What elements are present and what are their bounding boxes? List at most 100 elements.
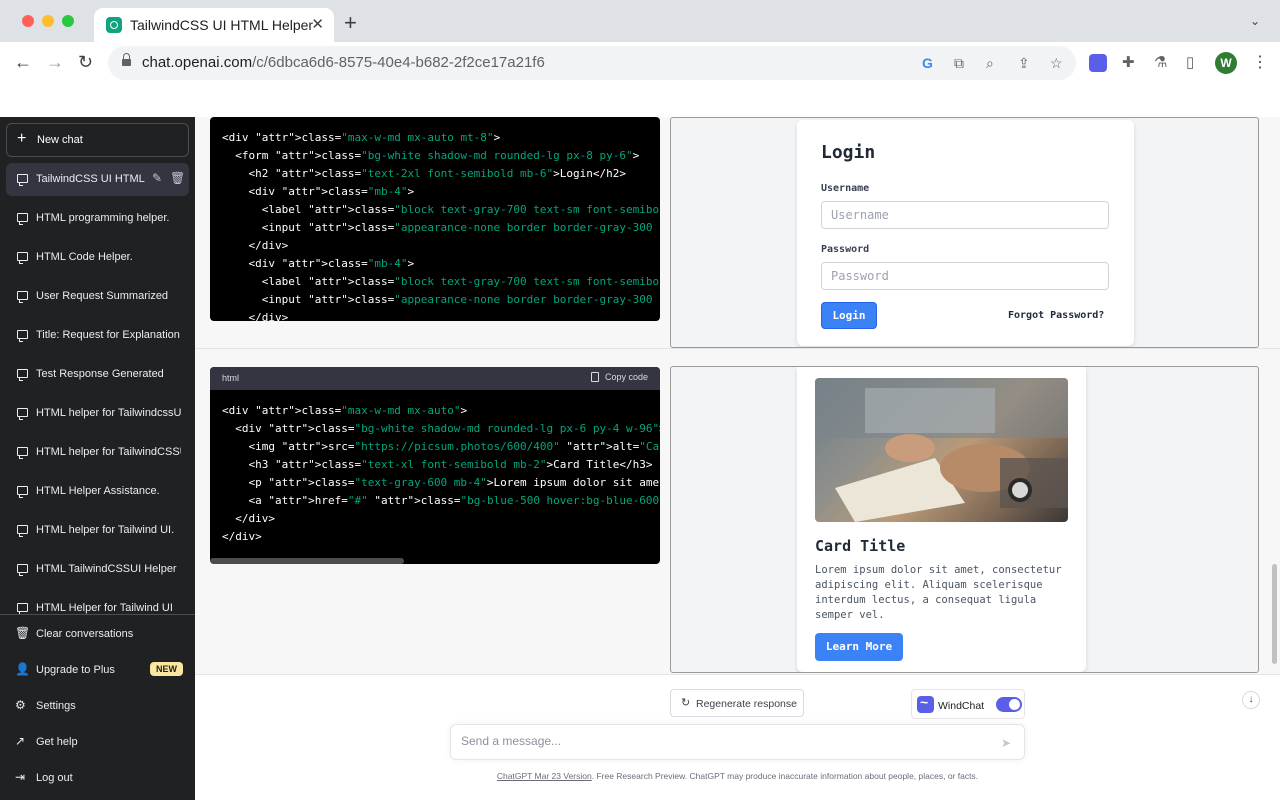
edit-pencil-icon[interactable]: ✎ [152, 171, 162, 185]
extensions-puzzle-icon[interactable]: ✚ [1122, 54, 1140, 72]
regenerate-response-button[interactable]: ↻ Regenerate response [670, 689, 804, 717]
address-bar[interactable]: chat.openai.com/c/6dbca6d6-8575-40e4-b68… [108, 46, 1076, 80]
code-line: <div "attr">class="max-w-md mx-auto"> [222, 404, 468, 417]
chat-history-label: HTML helper for TailwindCSSUI [36, 446, 181, 458]
plus-icon: + [17, 130, 27, 147]
clear-conversations-label: Clear conversations [36, 628, 134, 640]
page-top-spacer [0, 84, 1280, 117]
chat-history-item-active[interactable]: TailwindCSS UI HTML Helper ✎ 🗑 [6, 163, 189, 196]
log-out-label: Log out [36, 772, 73, 784]
password-field[interactable]: Password [821, 262, 1109, 290]
lock-icon[interactable] [122, 53, 131, 67]
chat-history-item[interactable]: HTML helper for Tailwind UI. [6, 514, 189, 547]
translate-icon[interactable]: ⧉ [954, 54, 964, 72]
chat-history-item[interactable]: HTML TailwindCSSUI Helper [6, 553, 189, 586]
upgrade-to-plus-button[interactable]: 👤 Upgrade to Plus NEW [6, 655, 189, 685]
chat-history-item[interactable]: HTML Code Helper. [6, 241, 189, 274]
chat-history-label: HTML TailwindCSSUI Helper [36, 563, 177, 575]
chat-history-item[interactable]: Test Response Generated [6, 358, 189, 391]
trash-icon[interactable]: 🗑 [170, 171, 185, 185]
forgot-password-link[interactable]: Forgot Password? [1008, 310, 1104, 321]
get-help-button[interactable]: ↗ Get help [6, 727, 189, 757]
new-chat-button[interactable]: + New chat [6, 123, 189, 157]
windchat-extension-icon[interactable] [1089, 54, 1107, 72]
message-icon [17, 447, 28, 459]
labs-flask-icon[interactable]: ⚗ [1154, 54, 1172, 72]
code-line: <p "attr">class="text-gray-600 mb-4">Lor… [222, 476, 660, 489]
chat-history-label: Test Response Generated [36, 368, 164, 380]
browser-menu-icon[interactable]: ⋮ [1252, 52, 1268, 72]
window-minimize-button[interactable] [42, 15, 54, 27]
window-close-button[interactable] [22, 15, 34, 27]
browser-tab[interactable]: TailwindCSS UI HTML Helper ✕ [94, 8, 334, 42]
assistant-message-login: <div "attr">class="max-w-md mx-auto mt-8… [195, 117, 1280, 349]
trash-icon: 🗑 [15, 626, 31, 640]
copy-code-button[interactable]: Copy code [590, 372, 648, 382]
learn-more-button[interactable]: Learn More [815, 633, 903, 661]
code-line: <div "attr">class="bg-white shadow-md ro… [222, 422, 660, 435]
message-composer: ➤ [450, 724, 1025, 760]
login-button[interactable]: Login [821, 302, 877, 329]
log-out-button[interactable]: ⇥ Log out [6, 763, 189, 793]
google-icon[interactable]: G [922, 54, 933, 72]
window-zoom-button[interactable] [62, 15, 74, 27]
chat-history-label: HTML Helper Assistance. [36, 485, 160, 497]
horizontal-scrollbar[interactable] [210, 558, 404, 564]
windchat-toggle[interactable] [996, 697, 1022, 712]
message-icon [17, 525, 28, 537]
chat-history-label: HTML Code Helper. [36, 251, 133, 263]
card-preview: Card Title Lorem ipsum dolor sit amet, c… [670, 366, 1259, 673]
profile-avatar[interactable]: W [1215, 52, 1237, 74]
chat-history-item[interactable]: HTML helper for TailwindCSSUI [6, 436, 189, 469]
chat-history-label: User Request Summarized [36, 290, 169, 302]
code-block-card: html Copy code <div "attr">class="max-w-… [210, 367, 660, 564]
tab-close-icon[interactable]: ✕ [311, 15, 324, 35]
new-chat-label: New chat [37, 134, 83, 146]
login-preview: Login Username Username Password Passwor… [670, 117, 1259, 348]
chat-history-item[interactable]: HTML helper for TailwindcssUI [6, 397, 189, 430]
tab-search-chevron-icon[interactable]: ⌄ [1250, 14, 1260, 28]
code-content[interactable]: <div "attr">class="max-w-md mx-auto"> <d… [210, 390, 660, 546]
external-link-icon: ↗ [15, 734, 26, 748]
clipboard-icon [590, 372, 599, 382]
chat-history-item[interactable]: HTML Helper Assistance. [6, 475, 189, 508]
chat-history-item[interactable]: HTML programming helper. [6, 202, 189, 235]
chat-history-item[interactable]: Title: Request for Explanation [6, 319, 189, 352]
send-icon[interactable]: ➤ [1001, 736, 1011, 750]
username-field[interactable]: Username [821, 201, 1109, 229]
reload-icon[interactable]: ↻ [78, 52, 93, 72]
settings-button[interactable]: ⚙ Settings [6, 691, 189, 721]
code-line: <div "attr">class="max-w-md mx-auto mt-8… [222, 131, 501, 144]
chat-history-label: Title: Request for Explanation [36, 329, 180, 341]
message-icon [17, 174, 28, 186]
message-icon [17, 486, 28, 498]
code-line: <h3 "attr">class="text-xl font-semibold … [222, 458, 653, 471]
get-help-label: Get help [36, 736, 78, 748]
conversation-main: <div "attr">class="max-w-md mx-auto mt-8… [195, 117, 1280, 800]
openai-favicon-icon [106, 17, 122, 33]
clear-conversations-button[interactable]: 🗑 Clear conversations [6, 619, 189, 649]
code-line: </div> [222, 311, 289, 321]
chat-history-item[interactable]: User Request Summarized [6, 280, 189, 313]
zoom-icon[interactable]: ⌕ [986, 54, 994, 72]
upgrade-label: Upgrade to Plus [36, 664, 115, 676]
scroll-down-arrow-icon[interactable]: ↓ [1242, 691, 1260, 709]
share-icon[interactable]: ⇪ [1018, 54, 1030, 72]
url-text[interactable]: chat.openai.com/c/6dbca6d6-8575-40e4-b68… [142, 54, 545, 71]
forward-arrow-icon[interactable]: → [46, 52, 64, 72]
code-line: </div> [222, 530, 262, 543]
login-form-card: Login Username Username Password Passwor… [797, 120, 1134, 346]
code-content[interactable]: <div "attr">class="max-w-md mx-auto mt-8… [210, 117, 660, 321]
code-block-login: <div "attr">class="max-w-md mx-auto mt-8… [210, 117, 660, 321]
side-panel-icon[interactable]: ▯ [1186, 54, 1204, 72]
version-link[interactable]: ChatGPT Mar 23 Version [497, 771, 592, 781]
bookmark-star-icon[interactable]: ☆ [1050, 54, 1063, 72]
code-line: <label "attr">class="block text-gray-700… [222, 275, 660, 288]
message-icon [17, 369, 28, 381]
windchat-label: WindChat [938, 700, 985, 712]
message-input[interactable] [461, 734, 981, 748]
message-icon [17, 603, 28, 615]
new-tab-button[interactable]: + [344, 12, 357, 34]
page-scrollbar[interactable] [1272, 564, 1277, 664]
back-arrow-icon[interactable]: ← [14, 52, 32, 72]
